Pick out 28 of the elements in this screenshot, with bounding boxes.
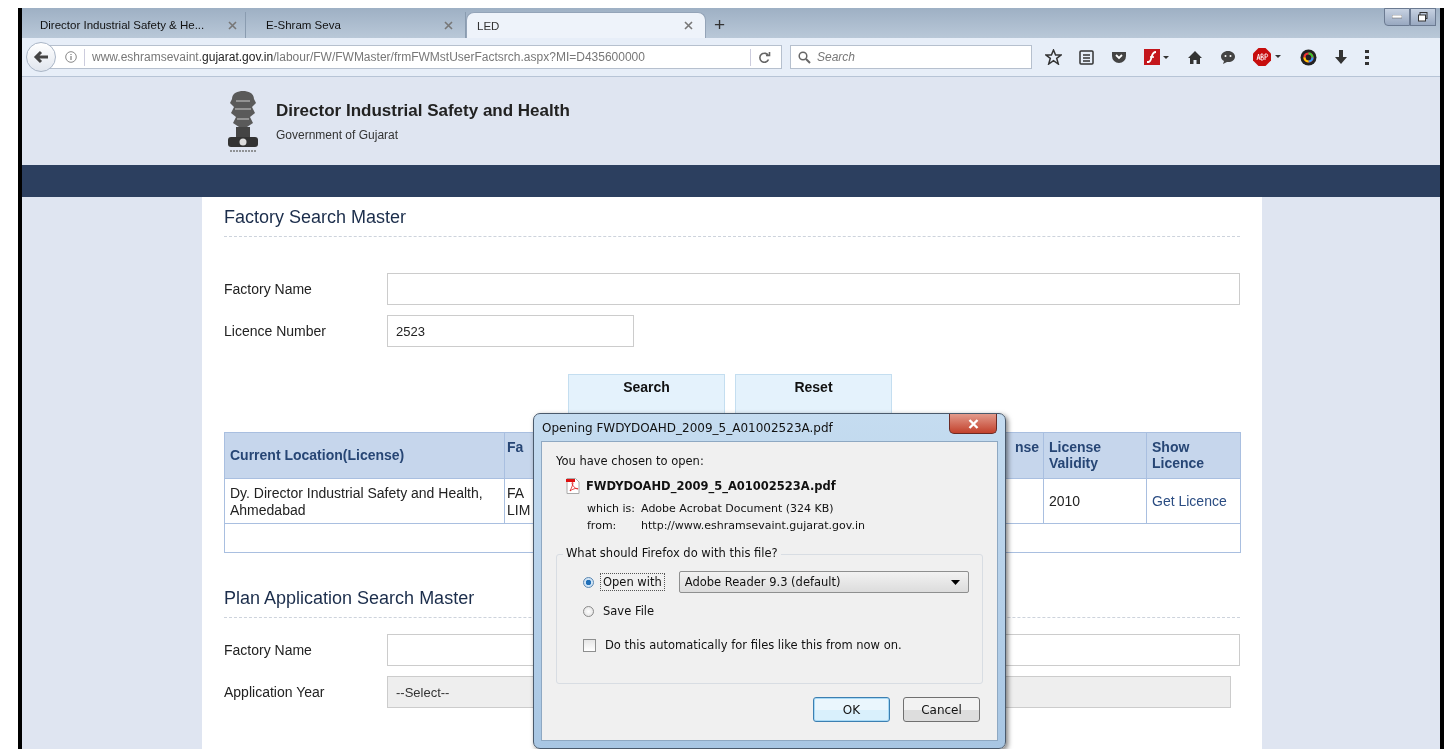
site-subtitle: Government of Gujarat [276,127,400,142]
search-field[interactable]: Search [790,45,1032,69]
application-dropdown[interactable]: Adobe Reader 9.3 (default) [678,571,969,593]
section-title: Plan Application Search Master [224,588,476,609]
column-header: Current Location(License) [225,433,505,478]
input-field[interactable]: 2523 [387,315,634,347]
field-label: Application Year [224,684,326,700]
option-label[interactable]: Save File [600,602,658,620]
table-cell: 2010 [1044,479,1147,523]
checkbox-label[interactable]: Do this automatically for files like this from now on. [602,636,905,654]
section-title: Factory Search Master [224,207,408,228]
field-label: Factory Name [224,281,313,297]
group-legend: What should Firefox do with this file? [563,546,781,560]
new-tab-button[interactable]: + [706,12,734,38]
dialog-text: You have chosen to open: [556,454,705,468]
detail-label: which is: [587,502,636,515]
get-licence-link[interactable]: Get Licence [1152,493,1227,509]
dialog-button[interactable]: OK [813,697,890,722]
field-label: Factory Name [224,642,313,658]
field-label: Licence Number [224,323,327,339]
dialog-button[interactable]: Cancel [903,697,980,722]
column-header: Show Licence [1151,438,1206,473]
address-bar[interactable]: www.eshramsevaint.gujarat.gov.in/labour/FW/FWMaster/frmFWMstUserFactsrch.aspx?MI=D435600000 [50,45,782,69]
column-header: License Validity [1044,433,1147,478]
browser-tab[interactable]: LED [466,12,706,38]
table-cell: Dy. Director Industrial Safety and Health, Ahmedabad [225,479,505,523]
option-label[interactable]: Open with [600,573,665,591]
site-title: Director Industrial Safety and Health [276,100,570,121]
